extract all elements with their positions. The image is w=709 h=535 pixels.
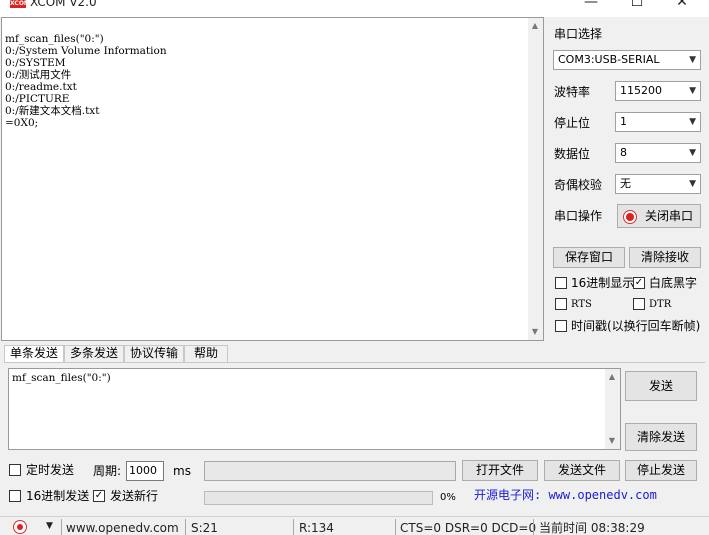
port-select[interactable]: COM3:USB-SERIAL ▼ (553, 50, 701, 70)
chevron-down-icon[interactable]: ▼ (46, 519, 53, 533)
timed-send-checkbox[interactable] (9, 464, 21, 476)
status-time: 当前时间 08:38:29 (539, 521, 645, 535)
white-black-label: 白底黑字 (649, 276, 698, 290)
chevron-down-icon: ▼ (689, 117, 696, 127)
dtr-checkbox[interactable] (633, 298, 645, 310)
maximize-button[interactable]: ☐ (623, 0, 651, 10)
receive-scrollbar[interactable]: ▲ ▼ (528, 18, 543, 340)
progress-percent: 0% (440, 492, 456, 503)
port-operation-label: 串口操作 (554, 209, 603, 223)
baud-value: 115200 (620, 84, 662, 97)
window-title: XCOM V2.0 (30, 0, 97, 9)
parity-value: 无 (620, 177, 631, 190)
chevron-down-icon: ▼ (689, 55, 696, 65)
send-file-button[interactable]: 发送文件 (544, 460, 620, 481)
promo-link[interactable]: 开源电子网: www.openedv.com (474, 488, 657, 502)
dtr-label: DTR (649, 299, 672, 310)
app-logo: XCOM (10, 0, 30, 8)
port-label: 串口选择 (554, 27, 603, 41)
rts-label: RTS (571, 299, 592, 310)
stop-bits-label: 停止位 (554, 116, 591, 130)
send-button[interactable]: 发送 (625, 371, 697, 401)
stop-bits-value: 1 (620, 115, 627, 128)
close-button[interactable]: ✕ (668, 0, 696, 10)
baud-label: 波特率 (554, 85, 591, 99)
record-icon (623, 210, 637, 224)
hex-send-label: 16进制发送 (26, 489, 90, 503)
receive-area[interactable]: mf_scan_files("0:") 0:/System Volume Inf… (1, 17, 544, 341)
hex-display-label: 16进制显示 (571, 276, 635, 290)
timestamp-checkbox[interactable] (555, 320, 567, 332)
receive-text: mf_scan_files("0:") 0:/System Volume Inf… (5, 33, 167, 129)
close-port-label: 关闭串口 (645, 209, 694, 223)
status-lines: CTS=0 DSR=0 DCD=0 (400, 521, 537, 535)
status-received-count: R:134 (299, 521, 334, 535)
scroll-down-icon[interactable]: ▼ (530, 327, 540, 337)
stop-bits-select[interactable]: 1 ▼ (615, 112, 701, 132)
data-bits-select[interactable]: 8 ▼ (615, 143, 701, 163)
send-input[interactable]: mf_scan_files("0:") ▲ ▼ (8, 368, 621, 450)
send-text: mf_scan_files("0:") (12, 372, 111, 384)
tab-single-send[interactable]: 单条发送 (4, 345, 64, 362)
chevron-down-icon: ▼ (689, 148, 696, 158)
parity-select[interactable]: 无 ▼ (615, 174, 701, 194)
close-port-button[interactable]: 关闭串口 (617, 204, 701, 228)
baud-select[interactable]: 115200 ▼ (615, 81, 701, 101)
scroll-up-icon[interactable]: ▲ (530, 21, 540, 31)
scroll-up-icon[interactable]: ▲ (607, 372, 617, 382)
tab-help[interactable]: 帮助 (184, 345, 228, 362)
hex-send-checkbox[interactable] (9, 490, 21, 502)
send-newline-label: 发送新行 (110, 489, 159, 503)
data-bits-value: 8 (620, 146, 627, 159)
chevron-down-icon: ▼ (689, 179, 696, 189)
period-label: 周期: (93, 464, 122, 478)
status-website[interactable]: www.openedv.com (66, 521, 179, 535)
status-sent-count: S:21 (191, 521, 218, 535)
minimize-button[interactable]: — (577, 0, 605, 10)
clear-send-button[interactable]: 清除发送 (625, 423, 697, 451)
rts-checkbox[interactable] (555, 298, 567, 310)
clear-receive-button[interactable]: 清除接收 (629, 247, 701, 268)
tab-protocol[interactable]: 协议传输 (124, 345, 184, 362)
tab-divider (4, 362, 705, 363)
send-newline-checkbox[interactable]: ✓ (93, 490, 105, 502)
file-path-field[interactable] (204, 461, 456, 481)
save-window-button[interactable]: 保存窗口 (553, 247, 625, 268)
stop-send-button[interactable]: 停止发送 (625, 460, 697, 481)
tab-multi-send[interactable]: 多条发送 (64, 345, 124, 362)
send-scrollbar[interactable]: ▲ ▼ (605, 369, 620, 449)
white-black-checkbox[interactable]: ✓ (633, 277, 645, 289)
data-bits-label: 数据位 (554, 147, 591, 161)
timed-send-label: 定时发送 (26, 463, 75, 477)
port-value: COM3:USB-SERIAL (558, 53, 660, 66)
open-file-button[interactable]: 打开文件 (462, 460, 538, 481)
send-progress-bar (204, 491, 433, 505)
parity-label: 奇偶校验 (554, 178, 603, 192)
status-bar: ▼ www.openedv.com S:21 R:134 CTS=0 DSR=0… (0, 516, 709, 535)
title-bar: XCOM XCOM V2.0 — ☐ ✕ (0, 0, 709, 17)
scroll-down-icon[interactable]: ▼ (607, 436, 617, 446)
period-input[interactable]: 1000 (126, 461, 164, 481)
record-icon[interactable] (13, 520, 27, 534)
chevron-down-icon: ▼ (689, 86, 696, 96)
hex-display-checkbox[interactable] (555, 277, 567, 289)
period-unit: ms (173, 464, 191, 478)
timestamp-label: 时间戳(以换行回车断帧) (571, 319, 701, 333)
